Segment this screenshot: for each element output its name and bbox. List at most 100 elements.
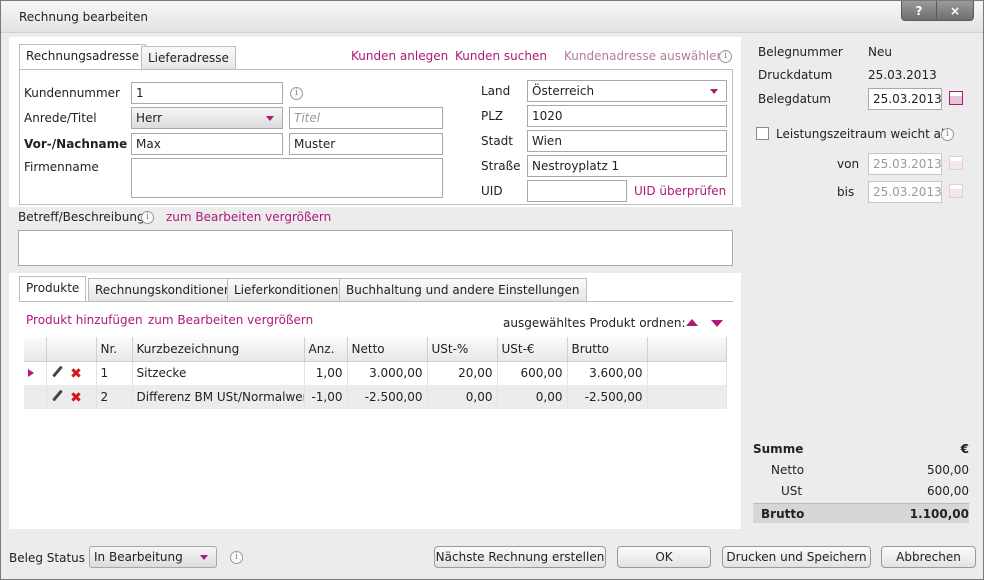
summary-ust-row: USt 600,00 — [753, 481, 969, 501]
pencil-icon[interactable] — [51, 366, 63, 378]
cell-brutto: -2.500,00 — [567, 385, 648, 409]
cell-filler — [647, 361, 727, 385]
name-label: Vor-/Nachname — [24, 137, 128, 151]
select-address-link[interactable]: Kundenadresse auswählen — [564, 49, 724, 63]
uid-input[interactable] — [527, 180, 627, 202]
cancel-button[interactable]: Abbrechen — [881, 546, 976, 568]
move-down-icon[interactable] — [711, 320, 723, 327]
info-icon[interactable]: i — [141, 211, 154, 224]
move-up-icon[interactable] — [686, 319, 698, 326]
pencil-icon[interactable] — [51, 390, 63, 402]
plz-input[interactable]: 1020 — [527, 105, 727, 127]
vorname-input[interactable]: Max — [131, 133, 283, 155]
summary-currency: € — [960, 442, 969, 456]
kundennummer-label: Kundennummer — [24, 86, 120, 100]
next-invoice-button[interactable]: Nächste Rechnung erstellen — [434, 546, 606, 568]
status-value: In Bearbeitung — [94, 550, 183, 564]
leistung-checkbox[interactable] — [756, 127, 769, 140]
status-select[interactable]: In Bearbeitung — [89, 546, 217, 568]
belegdatum-label: Belegdatum — [758, 92, 831, 106]
info-icon[interactable]: i — [941, 128, 954, 141]
info-icon[interactable]: i — [719, 50, 732, 63]
tab-lieferkonditionen[interactable]: Lieferkonditionen — [227, 278, 346, 302]
column-header-nr[interactable]: Nr. — [96, 337, 133, 362]
firma-input[interactable] — [131, 158, 443, 198]
bis-label: bis — [837, 185, 855, 199]
strasse-label: Straße — [481, 159, 521, 173]
products-enlarge-link[interactable]: zum Bearbeiten vergrößern — [148, 313, 313, 327]
kundennummer-input[interactable]: 1 — [131, 82, 283, 104]
column-header-brutto[interactable]: Brutto — [567, 337, 648, 362]
nachname-input[interactable]: Muster — [289, 133, 443, 155]
table-row[interactable]: ✖ 1 Sitzecke 1,00 3.000,00 20,00 600,00 … — [24, 361, 727, 385]
column-header-netto[interactable]: Netto — [347, 337, 428, 362]
action-column-header — [46, 337, 97, 362]
cell-ust-eur: 600,00 — [497, 361, 568, 385]
belegdatum-input[interactable]: 25.03.2013 — [868, 88, 942, 110]
create-customer-link[interactable]: Kunden anlegen — [351, 49, 448, 63]
cell-nr: 2 — [96, 385, 133, 409]
land-value: Österreich — [532, 84, 595, 98]
ok-button[interactable]: OK — [617, 546, 711, 568]
delete-icon[interactable]: ✖ — [70, 367, 82, 381]
tab-rechnungsadresse[interactable]: Rechnungsadresse — [19, 44, 146, 70]
calendar-icon[interactable] — [949, 156, 963, 170]
order-label: ausgewähltes Produkt ordnen: — [503, 316, 686, 330]
calendar-icon[interactable] — [949, 91, 963, 105]
table-header-row: Nr. Kurzbezeichnung Anz. Netto USt-% USt… — [24, 337, 727, 362]
stadt-label: Stadt — [481, 134, 513, 148]
cell-brutto: 3.600,00 — [567, 361, 648, 385]
print-save-button[interactable]: Drucken und Speichern — [722, 546, 871, 568]
row-actions-cell: ✖ — [46, 361, 97, 385]
land-select[interactable]: Österreich — [527, 80, 727, 102]
tab-rechnungskonditionen[interactable]: Rechnungskonditionen — [88, 278, 239, 302]
titel-input[interactable]: Titel — [289, 107, 443, 129]
belegnummer-label: Belegnummer — [758, 45, 843, 59]
betreff-enlarge-link[interactable]: zum Bearbeiten vergrößern — [166, 210, 331, 224]
betreff-input[interactable] — [18, 230, 733, 266]
close-button[interactable]: × — [936, 1, 974, 21]
uid-check-link[interactable]: UID überprüfen — [634, 184, 726, 198]
summary-netto-row: Netto 500,00 — [753, 460, 969, 480]
chevron-down-icon — [200, 555, 208, 560]
belegnummer-value: Neu — [868, 45, 892, 59]
cell-netto: -2.500,00 — [347, 385, 428, 409]
column-header-ust-pct[interactable]: USt-% — [427, 337, 498, 362]
tab-buchhaltung[interactable]: Buchhaltung und andere Einstellungen — [339, 278, 587, 302]
summary-netto-label: Netto — [771, 463, 805, 477]
info-icon[interactable]: i — [290, 87, 303, 100]
anrede-label: Anrede/Titel — [24, 111, 97, 125]
row-marker-cell — [24, 361, 47, 385]
chevron-down-icon — [266, 116, 274, 121]
row-selected-icon — [28, 369, 34, 378]
von-label: von — [837, 157, 860, 171]
info-icon[interactable]: i — [230, 551, 243, 564]
anrede-select[interactable]: Herr — [131, 107, 283, 129]
bis-input[interactable]: 25.03.2013 — [868, 181, 942, 203]
strasse-input[interactable]: Nestroyplatz 1 — [527, 155, 727, 177]
land-label: Land — [481, 84, 511, 98]
column-header-ust-eur[interactable]: USt-€ — [497, 337, 568, 362]
von-input[interactable]: 25.03.2013 — [868, 153, 942, 175]
tab-lieferadresse[interactable]: Lieferadresse — [141, 46, 236, 70]
chevron-down-icon — [710, 89, 718, 94]
cell-name: Sitzecke — [132, 361, 305, 385]
cell-name: Differenz BM USt/Normalwert — [132, 385, 305, 409]
marker-column-header — [24, 337, 47, 362]
column-header-kurzbezeichnung[interactable]: Kurzbezeichnung — [132, 337, 305, 362]
firma-label: Firmenname — [24, 160, 99, 174]
summary-ust-value: 600,00 — [927, 484, 969, 498]
help-button[interactable]: ? — [901, 1, 937, 21]
column-header-anz[interactable]: Anz. — [304, 337, 348, 362]
search-customer-link[interactable]: Kunden suchen — [455, 49, 547, 63]
summary-ust-label: USt — [781, 484, 803, 498]
tab-produkte[interactable]: Produkte — [19, 276, 87, 302]
calendar-icon[interactable] — [949, 184, 963, 198]
stadt-input[interactable]: Wien — [527, 130, 727, 152]
invoice-dialog: Rechnung bearbeiten ? × Rechnungsadresse… — [0, 0, 984, 580]
status-label: Beleg Status — [9, 551, 86, 565]
add-product-link[interactable]: Produkt hinzufügen — [26, 313, 143, 327]
table-row[interactable]: ✖ 2 Differenz BM USt/Normalwert -1,00 -2… — [24, 385, 727, 409]
delete-icon[interactable]: ✖ — [70, 391, 82, 405]
filler-column-header — [647, 337, 727, 362]
